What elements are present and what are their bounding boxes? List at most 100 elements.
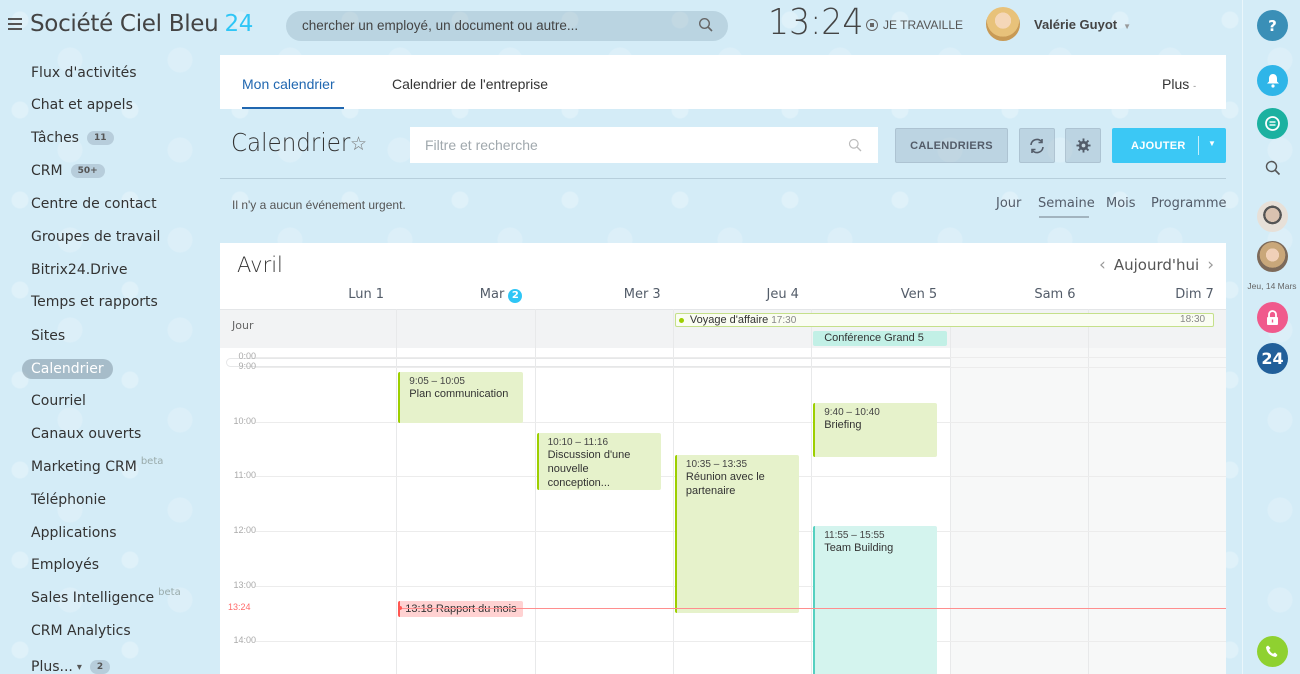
counter-badge: 50+ bbox=[70, 164, 105, 178]
company-suffix: 24 bbox=[224, 11, 254, 37]
tab-my-calendar[interactable]: Mon calendrier bbox=[242, 76, 335, 92]
bell-icon[interactable] bbox=[1257, 65, 1288, 96]
sidebar-item[interactable]: Téléphonie bbox=[31, 492, 106, 508]
chevron-left-icon[interactable]: ‹ bbox=[1099, 255, 1106, 275]
beta-tag: beta bbox=[140, 455, 164, 467]
sidebar-item-label: Chat et appels bbox=[31, 97, 133, 113]
view-week[interactable]: Semaine bbox=[1038, 196, 1095, 211]
sidebar-item[interactable]: CRM Analytics bbox=[31, 623, 131, 639]
sidebar-item[interactable]: CRM 50+ bbox=[31, 163, 105, 179]
day-name: Jeu bbox=[766, 287, 787, 302]
divider bbox=[220, 178, 1226, 179]
day-header[interactable]: Mar 2 bbox=[396, 287, 534, 303]
sidebar-item-label: Téléphonie bbox=[31, 492, 106, 508]
calendar-event[interactable]: 10:35 – 13:35 Réunion avec le partenaire bbox=[674, 454, 800, 614]
day-header[interactable]: Dim 7 bbox=[1088, 287, 1226, 302]
tab-company-calendar[interactable]: Calendrier de l'entreprise bbox=[392, 76, 548, 92]
active-view-indicator bbox=[1039, 216, 1089, 218]
calendar-event[interactable]: 9:40 – 10:40 Briefing bbox=[813, 402, 938, 458]
view-day[interactable]: Jour bbox=[996, 196, 1021, 211]
search-icon[interactable] bbox=[698, 17, 714, 36]
sidebar-item-label: Employés bbox=[31, 557, 100, 573]
sidebar-item[interactable]: Sites bbox=[31, 328, 65, 344]
chevron-down-icon[interactable]: ▼ bbox=[1208, 139, 1216, 148]
sidebar-item[interactable]: Marketing CRM beta bbox=[31, 455, 164, 476]
week-calendar: Avril ‹ Aujourd'hui › Jour Lun 1 Mar 2 Mer 3 J… bbox=[220, 243, 1226, 674]
search-icon[interactable] bbox=[848, 137, 862, 156]
sidebar-item[interactable]: Bitrix24.Drive bbox=[31, 262, 128, 278]
hour-label: 10:00 bbox=[233, 415, 256, 426]
event-start-time: 17:30 bbox=[771, 315, 797, 326]
sidebar-item-label: Bitrix24.Drive bbox=[31, 262, 128, 278]
day-number: 5 bbox=[928, 287, 938, 302]
calendars-button[interactable]: CALENDRIERS bbox=[895, 128, 1008, 163]
hour-line bbox=[255, 640, 1226, 642]
day-header[interactable]: Mer 3 bbox=[535, 287, 673, 302]
menu-icon[interactable] bbox=[8, 18, 22, 30]
sidebar-item[interactable]: Tâches 11 bbox=[31, 130, 114, 146]
filter-search-input[interactable]: Filtre et recherche bbox=[410, 127, 878, 163]
sidebar-item-label: Sales Intelligence bbox=[31, 590, 155, 606]
event-dot-icon bbox=[678, 318, 684, 323]
all-day-event[interactable]: Voyage d'affaire 17:30 18:30 bbox=[674, 313, 1215, 327]
view-month[interactable]: Mois bbox=[1106, 196, 1136, 211]
star-icon[interactable]: ☆ bbox=[350, 133, 367, 155]
sidebar-item-label: Canaux ouverts bbox=[31, 426, 142, 442]
all-day-event[interactable]: Conférence Grand 5 bbox=[813, 331, 948, 346]
search-icon[interactable] bbox=[1257, 152, 1288, 183]
today-button[interactable]: Aujourd'hui bbox=[1114, 256, 1199, 274]
column-divider bbox=[1087, 309, 1089, 674]
sidebar-item[interactable]: Calendrier bbox=[22, 359, 113, 379]
user-menu[interactable]: Valérie Guyot ▼ bbox=[1034, 17, 1131, 32]
add-button[interactable]: AJOUTER ▼ bbox=[1112, 128, 1226, 163]
sidebar-item[interactable]: Applications bbox=[31, 525, 117, 541]
sidebar-item[interactable]: Sales Intelligence beta bbox=[31, 587, 181, 607]
sidebar-item[interactable]: Canaux ouverts bbox=[31, 426, 141, 442]
view-schedule[interactable]: Programme bbox=[1151, 196, 1227, 211]
day-header[interactable]: Ven 5 bbox=[811, 287, 949, 302]
calendar-event[interactable]: 9:05 – 10:05 Plan communication bbox=[398, 371, 523, 424]
day-name: Dim bbox=[1175, 287, 1202, 302]
calendar-event[interactable]: 13:18 Rapport du mois bbox=[398, 601, 523, 618]
lock-icon[interactable] bbox=[1257, 302, 1288, 333]
calendar-event[interactable]: 11:55 – 15:55 Team Building bbox=[813, 525, 938, 674]
column-divider bbox=[811, 309, 813, 674]
day-header[interactable]: Jeu 4 bbox=[673, 287, 811, 302]
help-label: ? bbox=[1268, 16, 1277, 35]
sidebar-item-label: Sites bbox=[31, 328, 66, 344]
contact-avatar[interactable] bbox=[1257, 201, 1288, 232]
bitrix24-icon[interactable]: 24 bbox=[1257, 343, 1288, 374]
sidebar-item-label: Applications bbox=[31, 525, 117, 541]
day-header[interactable]: Lun 1 bbox=[258, 287, 396, 302]
sidebar-item[interactable]: Plus... ▾ 2 bbox=[31, 659, 111, 674]
user-avatar[interactable] bbox=[986, 7, 1020, 41]
day-header[interactable]: Sam 6 bbox=[950, 287, 1088, 302]
sidebar-item[interactable]: Flux d'activités bbox=[31, 65, 137, 81]
sidebar-item[interactable]: Groupes de travail bbox=[31, 229, 160, 245]
sidebar-item-label: Plus... bbox=[31, 659, 73, 674]
today-badge: 2 bbox=[508, 289, 523, 303]
settings-button[interactable] bbox=[1065, 128, 1101, 163]
global-search-input[interactable]: chercher un employé, un document ou autr… bbox=[286, 11, 728, 41]
chevron-right-icon[interactable]: › bbox=[1207, 255, 1214, 275]
company-name: Société Ciel Bleu bbox=[30, 11, 219, 37]
sidebar-item[interactable]: Temps et rapports bbox=[31, 294, 158, 310]
sidebar-item-label: Calendrier bbox=[31, 361, 104, 377]
calendar-event[interactable]: 10:10 – 11:16 Discussion d'une nouvelle c… bbox=[536, 432, 661, 491]
chat-icon[interactable] bbox=[1257, 108, 1288, 139]
contact-avatar[interactable] bbox=[1257, 241, 1288, 272]
sync-button[interactable] bbox=[1019, 128, 1055, 163]
work-status-button[interactable]: JE TRAVAILLE bbox=[866, 18, 963, 32]
more-label: Plus bbox=[1162, 76, 1190, 92]
help-icon[interactable]: ? bbox=[1257, 10, 1288, 41]
event-time: 11:55 – 15:55 bbox=[824, 529, 885, 541]
tabs-more-button[interactable]: Plus - bbox=[1162, 76, 1196, 92]
phone-icon[interactable] bbox=[1257, 636, 1288, 667]
hour-line bbox=[255, 357, 1226, 358]
sidebar-item[interactable]: Chat et appels bbox=[31, 97, 133, 113]
sidebar-item[interactable]: Courriel bbox=[31, 393, 86, 409]
sidebar-item[interactable]: Employés bbox=[31, 557, 99, 573]
day-number: 1 bbox=[375, 287, 384, 302]
company-logo[interactable]: Société Ciel Bleu 24 bbox=[30, 11, 253, 37]
sidebar-item[interactable]: Centre de contact bbox=[31, 196, 157, 212]
